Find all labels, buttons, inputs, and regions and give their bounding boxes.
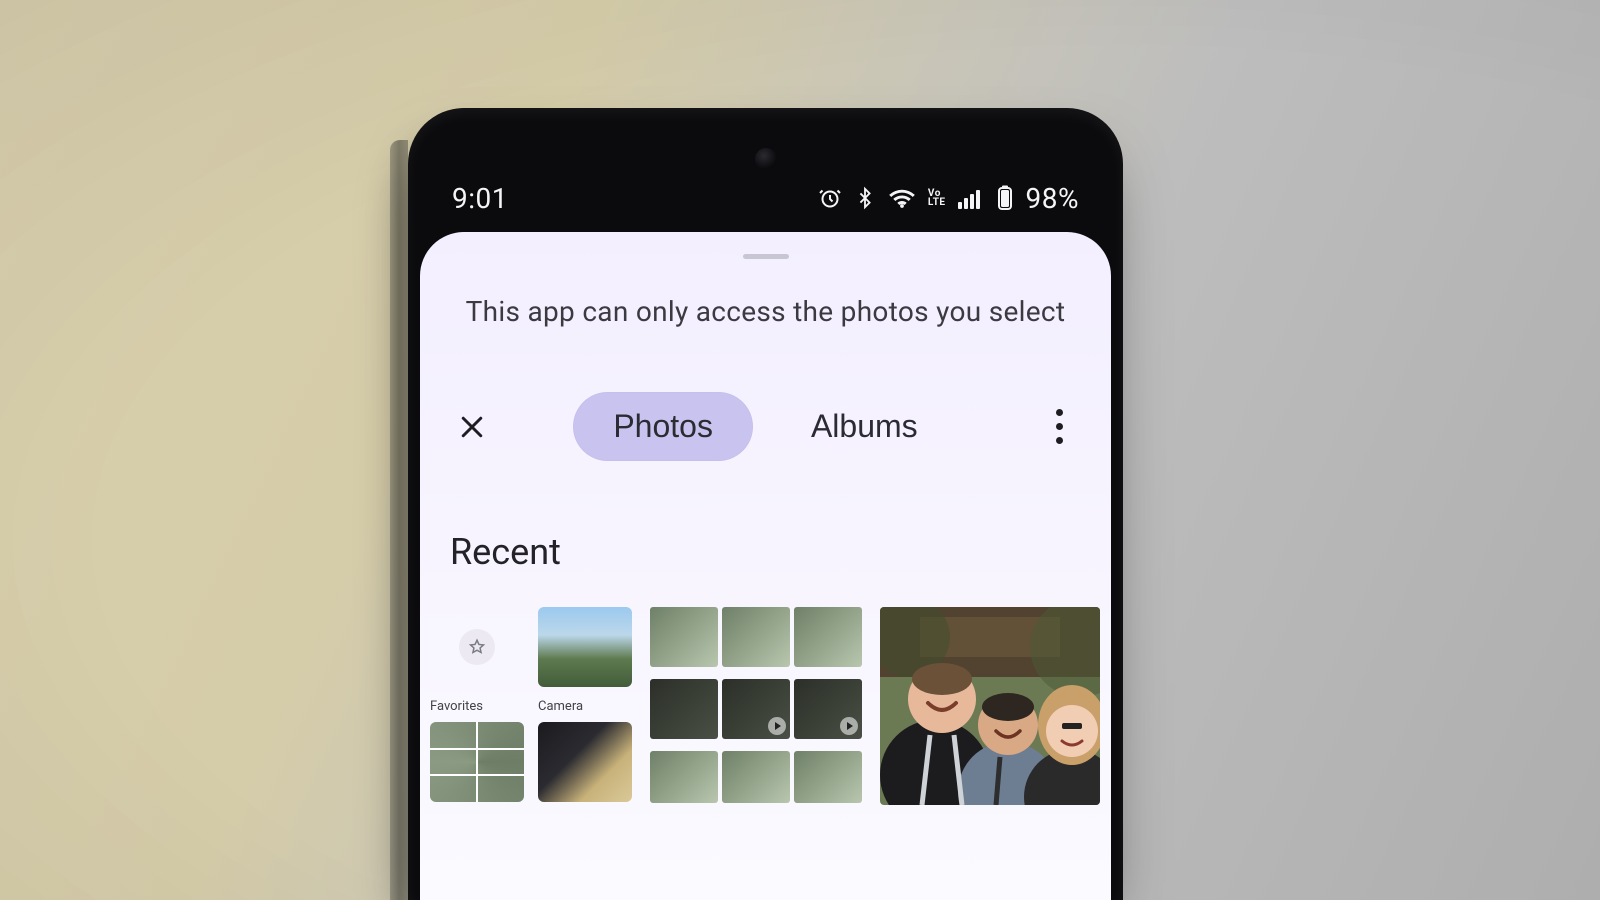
tab-photos[interactable]: Photos xyxy=(573,392,753,461)
photo-thumb[interactable] xyxy=(650,679,718,739)
photo-thumb[interactable] xyxy=(722,679,790,739)
volte-icon: Vo LTE xyxy=(928,189,946,207)
cell-signal-icon xyxy=(958,187,984,209)
photo-thumb[interactable] xyxy=(722,607,790,667)
battery-text: 98% xyxy=(1026,182,1079,215)
photo-thumb[interactable] xyxy=(794,607,862,667)
photo-thumb[interactable] xyxy=(794,679,862,739)
phone-hinge xyxy=(390,140,408,900)
sheet-grabber[interactable] xyxy=(743,254,789,259)
photo-grid[interactable]: Favorites Camera xyxy=(420,607,1111,805)
overflow-button[interactable] xyxy=(1031,399,1087,455)
gallery-col-left: Favorites Camera xyxy=(430,607,632,802)
photo-thumb[interactable] xyxy=(430,722,524,802)
photo-picker-sheet: This app can only access the photos you … xyxy=(420,232,1111,900)
tab-group: Photos Albums xyxy=(500,392,1031,461)
photo-thumb[interactable] xyxy=(650,751,718,803)
battery-icon xyxy=(996,185,1014,211)
more-vert-icon xyxy=(1056,409,1063,444)
photo-thumb[interactable] xyxy=(538,722,632,802)
close-icon xyxy=(457,412,487,442)
star-icon xyxy=(459,629,495,665)
camera-label: Camera xyxy=(538,699,632,714)
punch-hole-camera xyxy=(755,148,777,170)
album-favorites[interactable]: Favorites xyxy=(430,607,524,714)
status-time: 9:01 xyxy=(452,182,508,215)
status-bar: 9:01 Vo LTE xyxy=(408,176,1123,220)
permission-message: This app can only access the photos you … xyxy=(420,295,1111,328)
bluetooth-icon xyxy=(854,186,876,210)
camera-thumb xyxy=(538,607,632,687)
selfie-illustration xyxy=(880,607,1100,805)
photo-thumb[interactable] xyxy=(650,607,718,667)
gallery-col-middle xyxy=(650,607,862,803)
section-heading-recent: Recent xyxy=(450,531,1111,573)
tab-albums[interactable]: Albums xyxy=(771,392,958,461)
photo-thumb[interactable] xyxy=(722,751,790,803)
photo-thumb-large[interactable] xyxy=(880,607,1100,805)
favorites-thumb xyxy=(430,607,524,687)
play-icon xyxy=(768,717,786,735)
play-icon xyxy=(840,717,858,735)
close-button[interactable] xyxy=(444,399,500,455)
alarm-icon xyxy=(818,186,842,210)
tab-row: Photos Albums xyxy=(420,392,1111,461)
photo-thumb[interactable] xyxy=(794,751,862,803)
album-camera[interactable]: Camera xyxy=(538,607,632,714)
favorites-label: Favorites xyxy=(430,699,524,714)
phone-frame: 9:01 Vo LTE xyxy=(408,108,1123,900)
status-icons: Vo LTE 98% xyxy=(818,182,1079,215)
wifi-icon xyxy=(888,186,916,210)
